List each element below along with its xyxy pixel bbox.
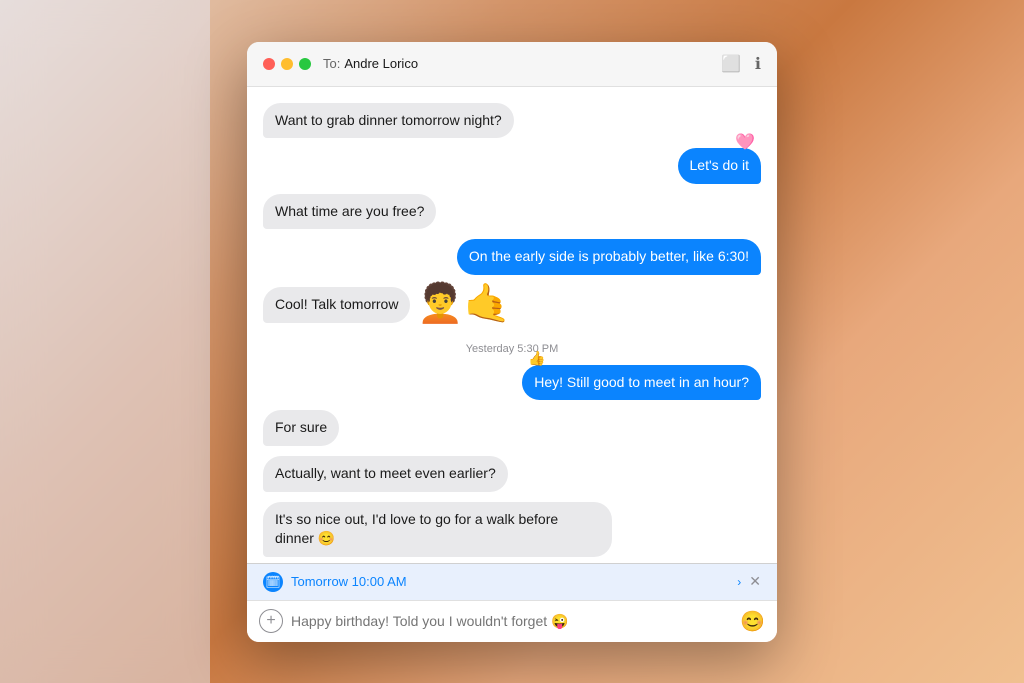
- bubble-received: Want to grab dinner tomorrow night?: [263, 103, 514, 139]
- add-attachment-button[interactable]: +: [259, 609, 283, 633]
- titlebar-icons: ⬜ ℹ: [721, 54, 761, 74]
- bubble-received: Cool! Talk tomorrow: [263, 287, 410, 323]
- facetime-icon[interactable]: ⬜: [721, 54, 741, 74]
- close-button[interactable]: [263, 58, 275, 70]
- bubble-received: For sure: [263, 410, 339, 446]
- notification-close-button[interactable]: ✕: [749, 573, 761, 590]
- message-row: 🩷 Let's do it: [263, 148, 761, 184]
- bubble-received: Actually, want to meet even earlier?: [263, 456, 508, 492]
- to-label: To:: [323, 56, 340, 71]
- traffic-lights: [263, 58, 311, 70]
- titlebar: To: Andre Lorico ⬜ ℹ: [247, 42, 777, 87]
- memoji-wrapper: Cool! Talk tomorrow 🧑‍🦱🤙: [263, 285, 511, 323]
- bubble-sent: On the early side is probably better, li…: [457, 239, 761, 275]
- message-row: It's so nice out, I'd love to go for a w…: [263, 502, 761, 557]
- message-row: What time are you free?: [263, 194, 761, 230]
- input-area: + 😊: [247, 600, 777, 642]
- message-row: Cool! Talk tomorrow 🧑‍🦱🤙: [263, 285, 761, 323]
- message-input[interactable]: [291, 613, 732, 629]
- messages-area[interactable]: Want to grab dinner tomorrow night? 🩷 Le…: [247, 87, 777, 563]
- message-row: 👍 Hey! Still good to meet in an hour?: [263, 365, 761, 401]
- timestamp-row: Yesterday 5:30 PM: [263, 343, 761, 355]
- contact-name: Andre Lorico: [344, 56, 721, 71]
- bubble-sent: 🩷 Let's do it: [678, 148, 762, 184]
- bubble-sent: 👍 Hey! Still good to meet in an hour?: [522, 365, 761, 401]
- info-icon[interactable]: ℹ: [755, 54, 761, 74]
- message-row: Actually, want to meet even earlier?: [263, 456, 761, 492]
- minimize-button[interactable]: [281, 58, 293, 70]
- messages-window: To: Andre Lorico ⬜ ℹ Want to grab dinner…: [247, 42, 777, 642]
- notification-chevron: ›: [737, 575, 741, 589]
- calendar-icon: 🗓: [263, 572, 283, 592]
- bubble-received: What time are you free?: [263, 194, 436, 230]
- emoji-button[interactable]: 😊: [740, 609, 765, 634]
- memoji-sticker: 🧑‍🦱🤙: [416, 285, 511, 323]
- message-row: Want to grab dinner tomorrow night?: [263, 103, 761, 139]
- maximize-button[interactable]: [299, 58, 311, 70]
- message-row: On the early side is probably better, li…: [263, 239, 761, 275]
- heart-reaction: 🩷: [735, 132, 755, 154]
- bubble-received: It's so nice out, I'd love to go for a w…: [263, 502, 612, 557]
- notification-text[interactable]: Tomorrow 10:00 AM: [291, 574, 729, 589]
- reaction-emoji: 👍: [528, 349, 545, 369]
- notification-bar[interactable]: 🗓 Tomorrow 10:00 AM › ✕: [247, 563, 777, 600]
- sidebar-strip: [0, 0, 210, 683]
- message-row: For sure: [263, 410, 761, 446]
